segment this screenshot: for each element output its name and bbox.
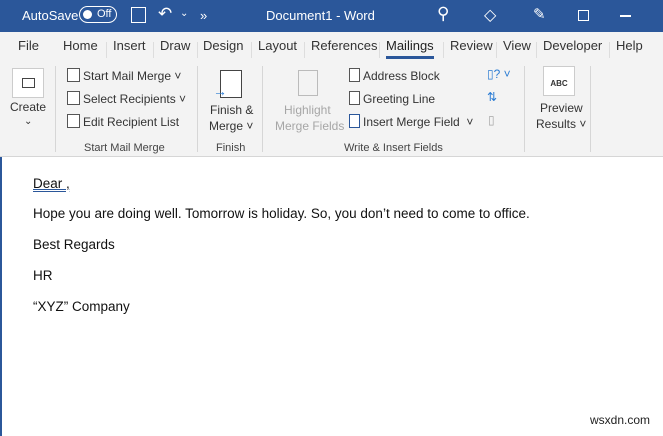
toggle-knob — [83, 10, 92, 19]
rules-icon[interactable]: ▯? ˅ — [487, 67, 511, 81]
edit-list-icon — [67, 114, 80, 128]
search-icon[interactable]: ⚲ — [437, 4, 449, 24]
address-block-icon — [349, 68, 360, 82]
insert-field-icon — [349, 114, 360, 128]
more-commands-button[interactable]: » — [200, 8, 207, 23]
highlight-label-2: Merge Fields — [275, 119, 345, 133]
tab-references[interactable]: References — [311, 38, 377, 53]
tab-view[interactable]: View — [503, 38, 531, 53]
match-fields-icon[interactable]: ⇅ — [487, 90, 497, 104]
ribbon: Create ⌄ Start Mail Merge ˅ Select Recip… — [0, 60, 663, 157]
select-recipients-label: Select Recipients — [83, 92, 176, 106]
closing-text: Best Regards — [33, 237, 115, 252]
preview-label-1: Preview — [540, 101, 583, 115]
finish-merge-icon: → — [213, 70, 242, 99]
greeting-text: Dear , — [33, 176, 70, 191]
insert-merge-field-label: Insert Merge Field — [363, 115, 460, 129]
tab-layout[interactable]: Layout — [258, 38, 297, 53]
save-icon[interactable] — [131, 7, 146, 23]
highlight-label-1: Highlight — [284, 103, 331, 117]
document-icon — [67, 68, 80, 82]
finish-label-1: Finish & — [210, 103, 254, 117]
signature-text: HR — [33, 268, 53, 283]
edit-recipient-list-label: Edit Recipient List — [83, 115, 180, 129]
minimize-icon[interactable] — [620, 15, 631, 17]
group-label-start-mail-merge: Start Mail Merge — [84, 142, 165, 154]
undo-icon[interactable]: ↶ — [158, 4, 172, 24]
document-page[interactable]: Dear , Hope you are doing well. Tomorrow… — [0, 157, 663, 436]
pen-icon[interactable]: ✎ — [533, 5, 546, 23]
chevron-down-icon: ⌄ — [24, 116, 33, 127]
autosave-state: Off — [97, 8, 112, 20]
preview-abc-icon: ABC — [543, 66, 575, 96]
title-bar: AutoSave Off ↶ ⌄ » Document1 - Word ⚲ ◇ … — [0, 0, 663, 32]
envelope-icon — [12, 68, 44, 98]
finish-label-2: Merge ˅ — [209, 119, 254, 133]
ribbon-tabs: File Home Insert Draw Design Layout Refe… — [0, 32, 663, 60]
tab-insert[interactable]: Insert — [113, 38, 146, 53]
start-mail-merge-label: Start Mail Merge — [83, 69, 172, 83]
highlight-merge-fields-button[interactable]: Highlight Merge Fields — [272, 66, 344, 138]
tab-help[interactable]: Help — [616, 38, 643, 53]
recipients-icon — [67, 91, 80, 105]
tab-draw[interactable]: Draw — [160, 38, 190, 53]
edit-recipient-list-button[interactable]: Edit Recipient List — [67, 114, 179, 129]
watermark: wsxdn.com — [590, 413, 651, 427]
body-text: Hope you are doing well. Tomorrow is hol… — [33, 206, 530, 221]
highlight-icon — [298, 70, 318, 96]
address-block-label: Address Block — [363, 69, 440, 83]
select-recipients-button[interactable]: Select Recipients ˅ — [67, 91, 186, 106]
group-label-finish: Finish — [216, 142, 246, 154]
autosave-toggle[interactable]: Off — [79, 6, 117, 23]
insert-merge-field-button[interactable]: Insert Merge Field ˅ — [349, 114, 473, 129]
address-block-button[interactable]: Address Block — [349, 68, 440, 83]
autosave-label: AutoSave — [22, 8, 79, 23]
tab-file[interactable]: File — [18, 38, 39, 53]
tab-home[interactable]: Home — [63, 38, 98, 53]
undo-dropdown-icon[interactable]: ⌄ — [180, 8, 188, 19]
greeting-line-icon — [349, 91, 360, 105]
tab-developer[interactable]: Developer — [543, 38, 602, 53]
greeting-line-label: Greeting Line — [363, 92, 436, 106]
tab-design[interactable]: Design — [203, 38, 243, 53]
diamond-icon[interactable]: ◇ — [484, 5, 496, 25]
company-text: “XYZ” Company — [33, 299, 130, 314]
preview-results-button[interactable]: ABC Preview Results ˅ — [532, 66, 590, 138]
preview-label-2: Results ˅ — [536, 117, 587, 131]
greeting-line-button[interactable]: Greeting Line — [349, 91, 435, 106]
tab-review[interactable]: Review — [450, 38, 493, 53]
ribbon-display-icon[interactable] — [578, 10, 589, 21]
group-label-write-insert: Write & Insert Fields — [344, 142, 443, 154]
start-mail-merge-button[interactable]: Start Mail Merge ˅ — [67, 68, 181, 83]
create-label: Create — [10, 100, 47, 114]
document-title: Document1 - Word — [266, 8, 375, 23]
create-button[interactable]: Create ⌄ — [6, 66, 46, 146]
finish-merge-button[interactable]: → Finish & Merge ˅ — [205, 66, 257, 138]
update-labels-icon[interactable]: ▯ — [488, 113, 495, 127]
tab-mailings[interactable]: Mailings — [386, 38, 434, 59]
